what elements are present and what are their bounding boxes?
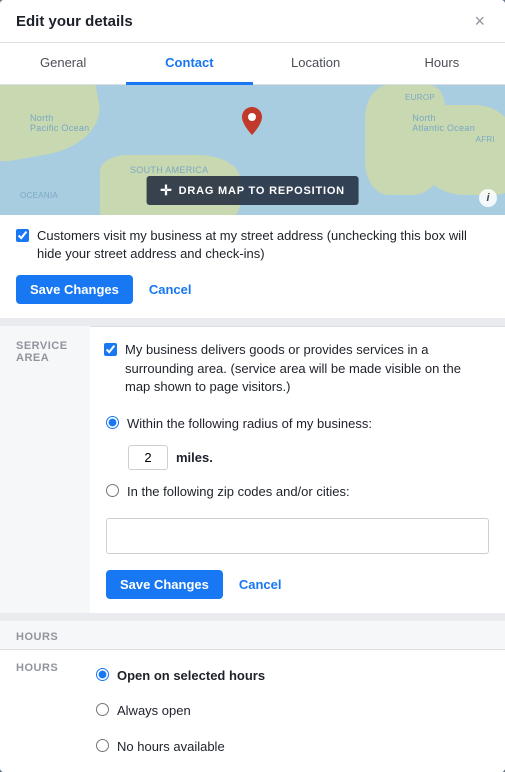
drag-label: DRAG MAP TO REPOSITION — [179, 185, 345, 197]
drag-map-overlay[interactable]: ✛ DRAG MAP TO REPOSITION — [146, 176, 359, 205]
hours-open-selected-row: Open on selected hours — [96, 660, 265, 692]
hours-section-label: HOURS — [0, 621, 505, 649]
tab-contact[interactable]: Contact — [126, 43, 252, 85]
radius-unit: miles. — [176, 450, 213, 465]
hours-options: Open on selected hours Always open No ho… — [96, 660, 265, 763]
hours-open-selected-radio[interactable] — [96, 668, 109, 681]
service-area-section: Service Area My business delivers goods … — [0, 318, 505, 613]
service-area-content: My business delivers goods or provides s… — [90, 326, 505, 613]
service-area-field-label: Service Area — [0, 326, 90, 364]
map-label-africa: AFRI — [476, 135, 495, 144]
map-info-button[interactable]: i — [479, 189, 497, 207]
zip-radio-section: In the following zip codes and/or cities… — [90, 476, 505, 512]
modal-header: Edit your details × — [0, 0, 505, 43]
hours-no-hours-row: No hours available — [96, 731, 265, 763]
content-area: NorthPacific Ocean NorthAtlantic Ocean S… — [0, 85, 505, 772]
street-address-label: Customers visit my business at my street… — [37, 227, 489, 263]
service-area-save-button[interactable]: Save Changes — [106, 570, 223, 599]
map-label-south-america: SOUTH AMERICA — [130, 165, 208, 175]
tab-bar: General Contact Location Hours — [0, 43, 505, 85]
map-label-north-atlantic: NorthAtlantic Ocean — [412, 113, 475, 133]
modal-title: Edit your details — [16, 13, 133, 30]
map-label-oceania: OCEANIA — [20, 191, 58, 200]
modal: Edit your details × General Contact Loca… — [0, 0, 505, 772]
service-area-buttons: Save Changes Cancel — [90, 560, 505, 613]
zip-input[interactable] — [106, 518, 489, 554]
hours-open-selected-label: Open on selected hours — [117, 666, 265, 686]
hours-section: HOURS Hours Open on selected hours Alway… — [0, 613, 505, 772]
radius-input[interactable] — [128, 445, 168, 470]
map-background[interactable]: NorthPacific Ocean NorthAtlantic Ocean S… — [0, 85, 505, 215]
radius-radio[interactable] — [106, 416, 119, 429]
zip-radio[interactable] — [106, 484, 119, 497]
map-section: NorthPacific Ocean NorthAtlantic Ocean S… — [0, 85, 505, 215]
street-address-buttons: Save Changes Cancel — [0, 275, 505, 318]
street-address-section: Customers visit my business at my street… — [0, 215, 505, 275]
radius-radio-label: Within the following radius of my busine… — [127, 414, 372, 434]
service-area-checkbox-label: My business delivers goods or provides s… — [125, 341, 489, 396]
hours-field-label: Hours — [16, 660, 96, 674]
hours-no-hours-label: No hours available — [117, 737, 225, 757]
hours-always-open-radio[interactable] — [96, 703, 109, 716]
info-icon: i — [486, 192, 489, 204]
street-address-save-button[interactable]: Save Changes — [16, 275, 133, 304]
radius-input-row: miles. — [106, 439, 489, 476]
map-label-north-pacific: NorthPacific Ocean — [30, 113, 89, 133]
street-address-cancel-button[interactable]: Cancel — [143, 275, 198, 304]
radius-radio-group: Within the following radius of my busine… — [90, 404, 505, 477]
map-pin[interactable] — [242, 107, 262, 135]
tab-location[interactable]: Location — [253, 43, 379, 85]
street-address-checkbox[interactable] — [16, 229, 29, 242]
zip-radio-label: In the following zip codes and/or cities… — [127, 482, 350, 502]
radius-radio-row: Within the following radius of my busine… — [106, 408, 489, 440]
close-button[interactable]: × — [470, 12, 489, 30]
service-area-checkbox-row: My business delivers goods or provides s… — [90, 327, 505, 404]
hours-always-open-label: Always open — [117, 701, 191, 721]
hours-no-hours-radio[interactable] — [96, 739, 109, 752]
service-area-cancel-button[interactable]: Cancel — [233, 570, 288, 599]
zip-radio-row: In the following zip codes and/or cities… — [106, 476, 489, 508]
hours-always-open-row: Always open — [96, 695, 265, 727]
service-area-checkbox[interactable] — [104, 343, 117, 356]
drag-icon: ✛ — [160, 182, 173, 199]
hours-field-row: Hours Open on selected hours Always open… — [0, 649, 505, 772]
tab-general[interactable]: General — [0, 43, 126, 85]
map-label-europe: EUROP — [405, 93, 435, 102]
tab-hours[interactable]: Hours — [379, 43, 505, 85]
